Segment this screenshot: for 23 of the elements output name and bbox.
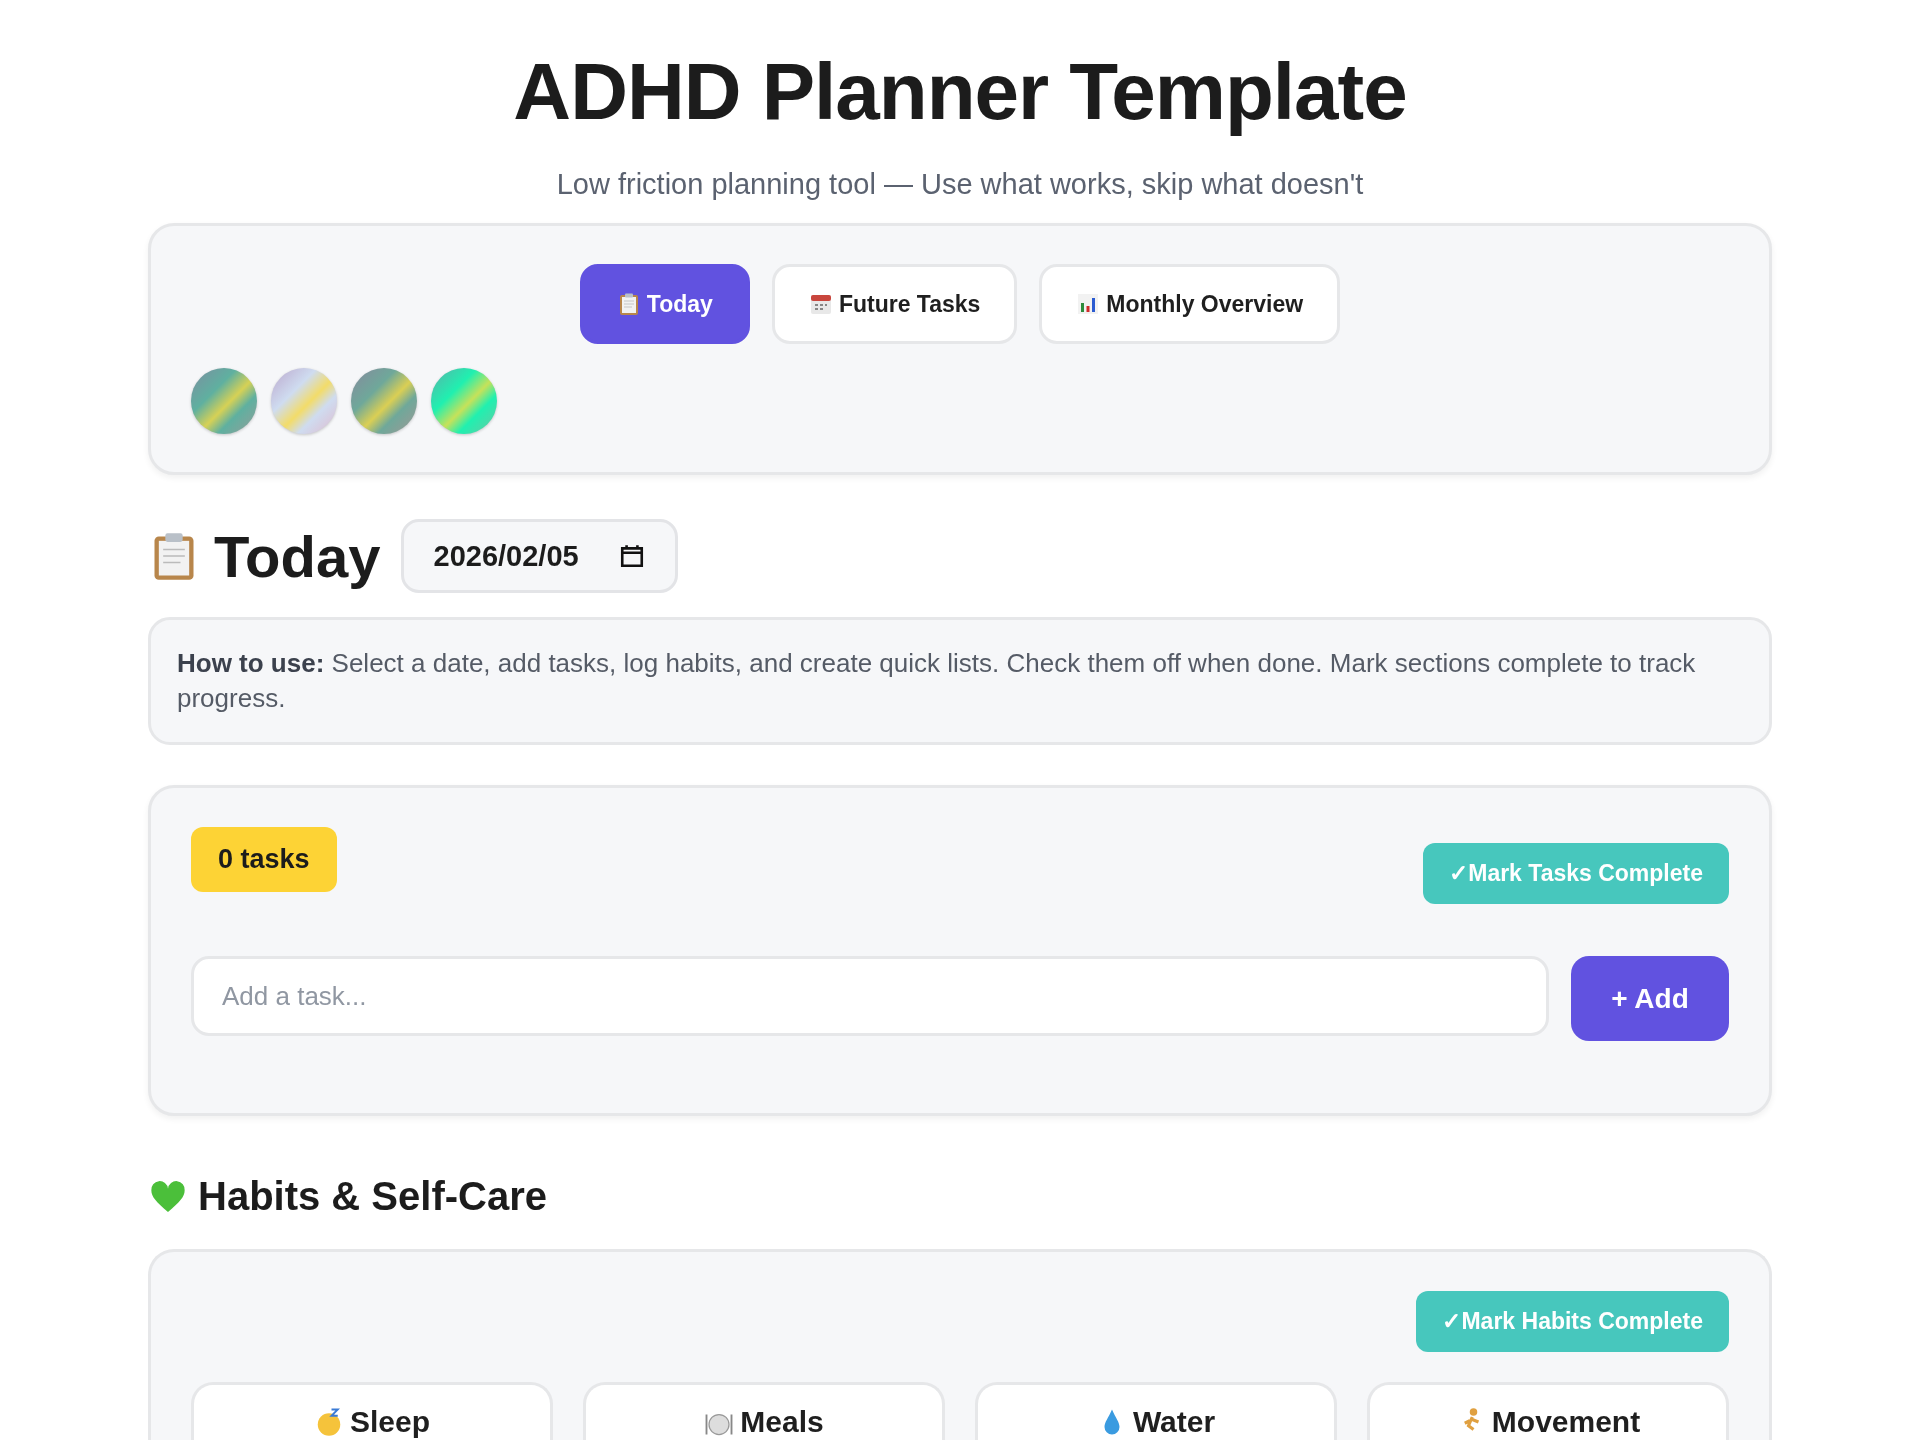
- habit-title: Sleep: [349, 1407, 430, 1437]
- calendar-icon: [808, 292, 833, 316]
- bar-chart-icon: [1076, 292, 1101, 316]
- theme-swatch[interactable]: [271, 368, 337, 434]
- habit-title: Movement: [1491, 1407, 1641, 1437]
- task-input-field[interactable]: Add a task...: [191, 956, 1549, 1036]
- habit-title: Water: [1132, 1407, 1216, 1437]
- tab[interactable]: Monthly Overview: [1039, 264, 1341, 344]
- page-title: ADHD Planner Template: [513, 46, 1407, 138]
- habit-title: Meals: [740, 1407, 824, 1437]
- calendar-icon[interactable]: [618, 543, 645, 569]
- section-title: Habits & Self-Care: [198, 1174, 547, 1219]
- theme-swatch[interactable]: [351, 368, 417, 434]
- add-button[interactable]: + Add: [1571, 956, 1729, 1041]
- tab[interactable]: Today: [579, 264, 750, 344]
- subtitle: Low friction planning tool — Use what works, skip what doesn't: [556, 168, 1364, 201]
- date-field[interactable]: 2026/02/05: [400, 519, 678, 593]
- theme-swatch[interactable]: [191, 368, 257, 434]
- task-count-badge: 0 tasks: [191, 827, 337, 892]
- section-title: Today: [214, 522, 381, 590]
- tab[interactable]: Future Tasks: [771, 264, 1018, 344]
- instructions-text: How to use: Select a date, add tasks, log habits, and create quick lists. Check them off when done. Mark sections complete to track progress.: [177, 647, 1697, 715]
- theme-swatch[interactable]: [431, 368, 497, 434]
